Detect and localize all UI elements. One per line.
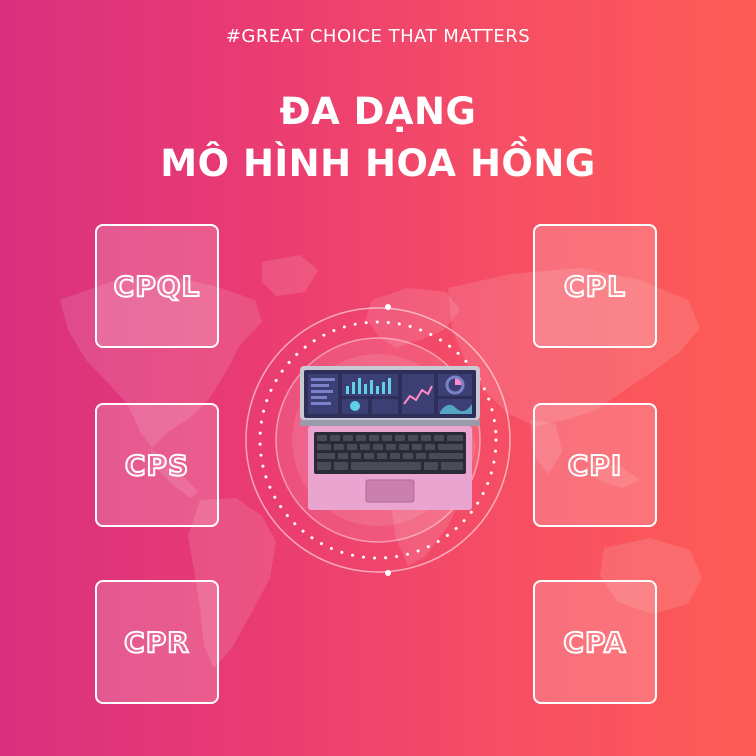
model-label-cpr: CPR	[123, 625, 190, 660]
model-label-cpl: CPL	[563, 269, 626, 304]
model-card-cpa: CPA	[533, 580, 657, 704]
model-label-cpi: CPI	[567, 448, 623, 483]
headline-line-1: ĐA DẠNG	[279, 90, 477, 133]
model-label-cps: CPS	[124, 448, 190, 483]
model-card-cpi: CPI	[533, 403, 657, 527]
model-label-cpql: CPQL	[113, 269, 201, 304]
model-card-cps: CPS	[95, 403, 219, 527]
headline-line-2: MÔ HÌNH HOA HỒNG	[160, 142, 596, 185]
tagline: #GREAT CHOICE THAT MATTERS	[225, 26, 531, 47]
model-card-cpr: CPR	[95, 580, 219, 704]
model-card-cpl: CPL	[533, 224, 657, 348]
model-label-cpa: CPA	[562, 625, 627, 660]
headline: ĐA DẠNG MÔ HÌNH HOA HỒNG	[0, 86, 756, 190]
laptop-dashboard-icon	[245, 304, 511, 576]
laptop-illustration	[230, 280, 526, 600]
model-card-cpql: CPQL	[95, 224, 219, 348]
